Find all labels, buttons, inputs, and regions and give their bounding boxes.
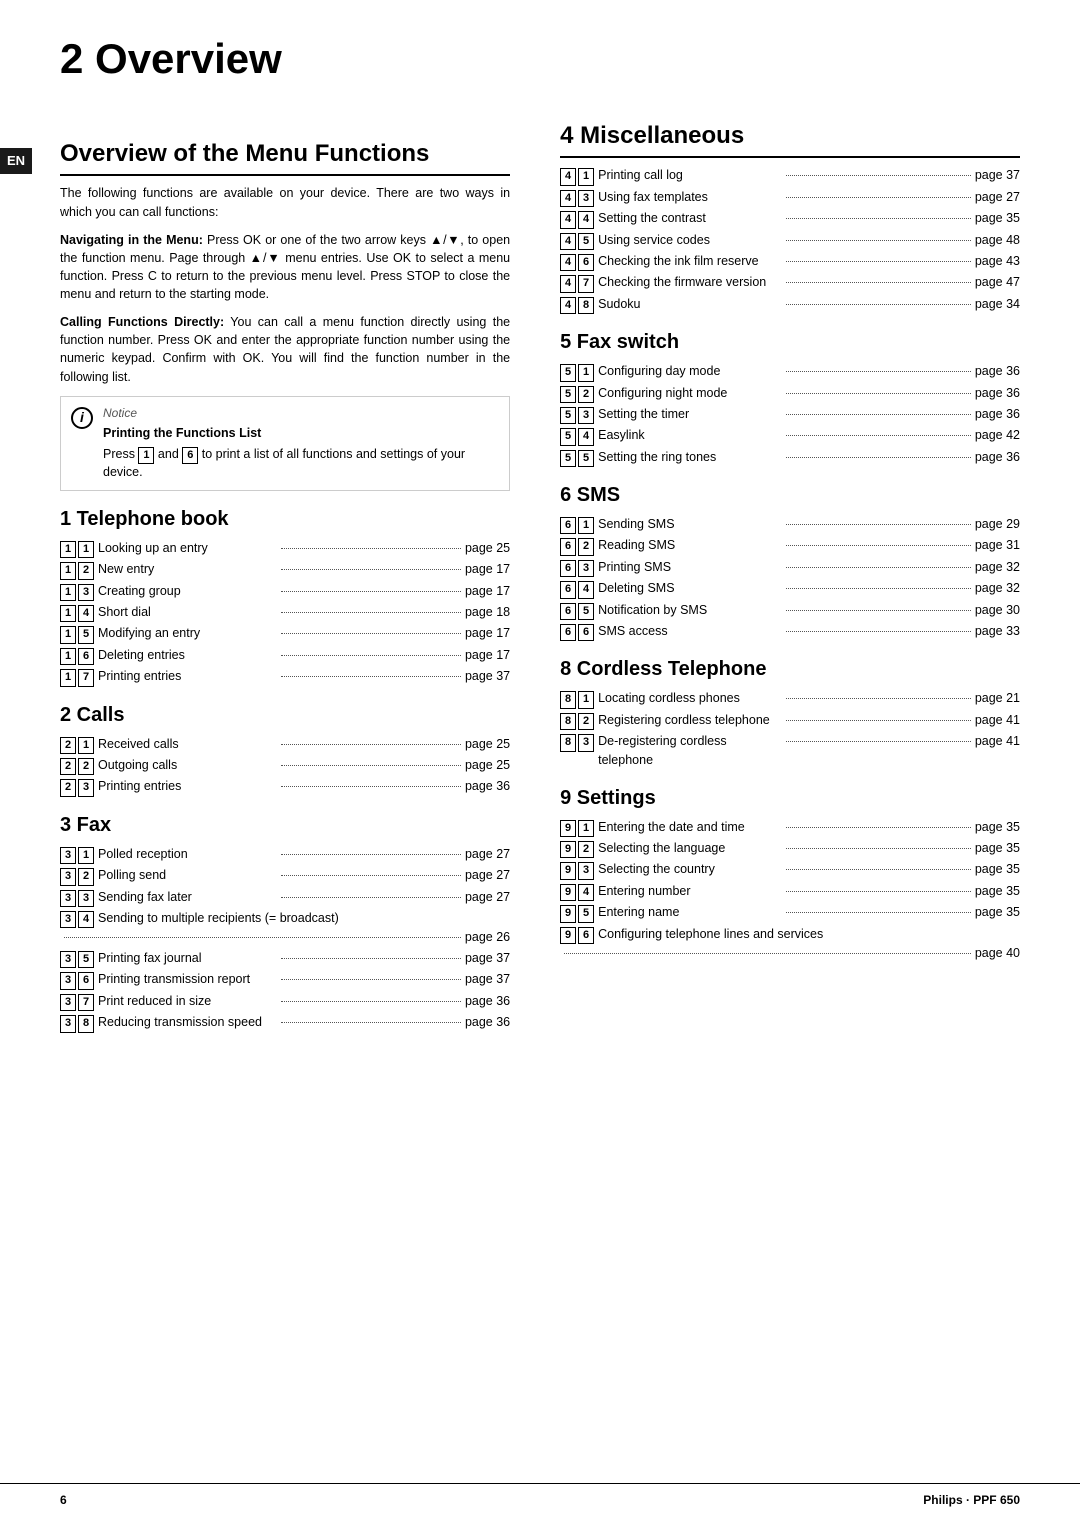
notice-content: Notice Printing the Functions List Press… [103, 405, 499, 482]
list-item: 94 Entering number page 35 [560, 882, 1020, 901]
page: EN 2 Overview Overview of the Menu Funct… [0, 0, 1080, 1529]
list-item: 52 Configuring night mode page 36 [560, 384, 1020, 403]
section-heading-settings: 9 Settings [560, 784, 1020, 812]
list-item: 48 Sudoku page 34 [560, 295, 1020, 314]
list-item: 45 Using service codes page 48 [560, 231, 1020, 250]
list-item: 34 Sending to multiple recipients (= bro… [60, 909, 510, 947]
section-heading-calls: 2 Calls [60, 701, 510, 729]
intro-paragraph-nav: Navigating in the Menu: Press OK or one … [60, 231, 510, 304]
notice-code-1: 1 [138, 447, 154, 464]
left-column: Overview of the Menu Functions The follo… [60, 119, 540, 1035]
chapter-title: 2 Overview [60, 30, 1020, 89]
fax-switch-items: 51 Configuring day mode page 36 52 Confi… [560, 362, 1020, 467]
fax-items: 31 Polled reception page 27 32 Polling s… [60, 845, 510, 1033]
list-item: 62 Reading SMS page 31 [560, 536, 1020, 555]
list-item: 95 Entering name page 35 [560, 903, 1020, 922]
list-item: 36 Printing transmission report page 37 [60, 970, 510, 989]
list-item: 21 Received calls page 25 [60, 735, 510, 754]
list-item: 13 Creating group page 17 [60, 582, 510, 601]
list-item: 93 Selecting the country page 35 [560, 860, 1020, 879]
list-item: 46 Checking the ink film reserve page 43 [560, 252, 1020, 271]
overview-section-heading: Overview of the Menu Functions [60, 137, 510, 177]
section-heading-miscellaneous: 4 Miscellaneous [560, 119, 1020, 159]
language-tab: EN [0, 148, 32, 174]
list-item: 23 Printing entries page 36 [60, 777, 510, 796]
list-item: 31 Polled reception page 27 [60, 845, 510, 864]
list-item: 37 Print reduced in size page 36 [60, 992, 510, 1011]
miscellaneous-items: 41 Printing call log page 37 43 Using fa… [560, 166, 1020, 314]
list-item: 82 Registering cordless telephone page 4… [560, 711, 1020, 730]
sms-items: 61 Sending SMS page 29 62 Reading SMS pa… [560, 515, 1020, 641]
section-heading-fax: 3 Fax [60, 811, 510, 839]
list-item: 35 Printing fax journal page 37 [60, 949, 510, 968]
list-item: 43 Using fax templates page 27 [560, 188, 1020, 207]
list-item: 65 Notification by SMS page 30 [560, 601, 1020, 620]
list-item: 66 SMS access page 33 [560, 622, 1020, 641]
func-codes: 13 [60, 584, 94, 601]
list-item: 44 Setting the contrast page 35 [560, 209, 1020, 228]
list-item: 14 Short dial page 18 [60, 603, 510, 622]
list-item: 47 Checking the firmware version page 47 [560, 273, 1020, 292]
list-item: 51 Configuring day mode page 36 [560, 362, 1020, 381]
list-item: 22 Outgoing calls page 25 [60, 756, 510, 775]
list-item: 11 Looking up an entry page 25 [60, 539, 510, 558]
list-item: 15 Modifying an entry page 17 [60, 624, 510, 643]
func-codes: 11 [60, 541, 94, 558]
right-column: 4 Miscellaneous 41 Printing call log pag… [540, 119, 1020, 1035]
page-footer: 6 Philips · PPF 650 [0, 1483, 1080, 1509]
section-heading-telephone-book: 1 Telephone book [60, 505, 510, 533]
cordless-items: 81 Locating cordless phones page 21 82 R… [560, 689, 1020, 769]
list-item: 54 Easylink page 42 [560, 426, 1020, 445]
list-item: 41 Printing call log page 37 [560, 166, 1020, 185]
info-icon: i [71, 407, 93, 429]
list-item: 16 Deleting entries page 17 [60, 646, 510, 665]
section-heading-fax-switch: 5 Fax switch [560, 328, 1020, 356]
list-item: 64 Deleting SMS page 32 [560, 579, 1020, 598]
page-header: 2 Overview [0, 0, 1080, 119]
list-item: 38 Reducing transmission speed page 36 [60, 1013, 510, 1032]
intro-paragraph-direct: Calling Functions Directly: You can call… [60, 313, 510, 386]
list-item: 92 Selecting the language page 35 [560, 839, 1020, 858]
list-item: 61 Sending SMS page 29 [560, 515, 1020, 534]
intro-paragraph-1: The following functions are available on… [60, 184, 510, 220]
list-item: 83 De-registering cordless telephone pag… [560, 732, 1020, 770]
section-heading-cordless: 8 Cordless Telephone [560, 655, 1020, 683]
list-item: 63 Printing SMS page 32 [560, 558, 1020, 577]
list-item: 33 Sending fax later page 27 [60, 888, 510, 907]
notice-title: Printing the Functions List [103, 425, 499, 443]
list-item: 96 Configuring telephone lines and servi… [560, 925, 1020, 963]
notice-label: Notice [103, 405, 499, 422]
notice-box: i Notice Printing the Functions List Pre… [60, 396, 510, 491]
two-column-layout: Overview of the Menu Functions The follo… [0, 119, 1080, 1035]
list-item: 55 Setting the ring tones page 36 [560, 448, 1020, 467]
func-codes: 17 [60, 669, 94, 686]
func-codes: 16 [60, 648, 94, 665]
section-heading-sms: 6 SMS [560, 481, 1020, 509]
footer-brand: Philips · PPF 650 [923, 1492, 1020, 1509]
func-codes: 15 [60, 626, 94, 643]
list-item: 53 Setting the timer page 36 [560, 405, 1020, 424]
notice-text: Press 1 and 6 to print a list of all fun… [103, 446, 499, 482]
list-item: 81 Locating cordless phones page 21 [560, 689, 1020, 708]
func-codes: 12 [60, 562, 94, 579]
notice-code-2: 6 [182, 447, 198, 464]
settings-items: 91 Entering the date and time page 35 92… [560, 818, 1020, 963]
calls-items: 21 Received calls page 25 22 Outgoing ca… [60, 735, 510, 797]
list-item: 32 Polling send page 27 [60, 866, 510, 885]
telephone-book-items: 11 Looking up an entry page 25 12 New en… [60, 539, 510, 687]
list-item: 17 Printing entries page 37 [60, 667, 510, 686]
footer-page-number: 6 [60, 1492, 67, 1509]
list-item: 12 New entry page 17 [60, 560, 510, 579]
list-item: 91 Entering the date and time page 35 [560, 818, 1020, 837]
func-codes: 14 [60, 605, 94, 622]
